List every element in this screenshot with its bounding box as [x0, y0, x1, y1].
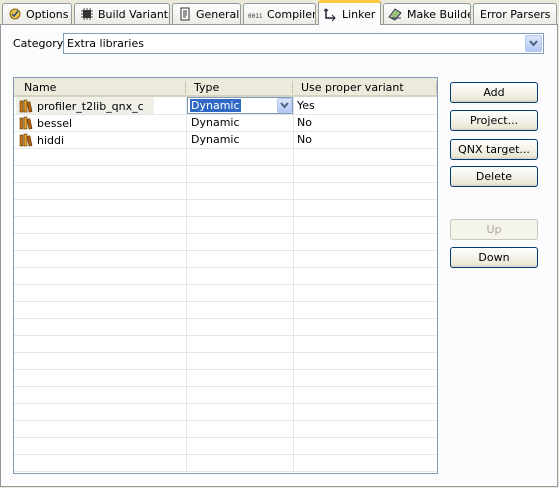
table-row[interactable]: profiler_t2lib_qnx_c Dynamic Yes — [14, 97, 437, 114]
table-row[interactable]: bessel Dynamic No — [14, 114, 437, 131]
column-header-variant[interactable]: Use proper variant — [301, 81, 404, 94]
tab-build-variants[interactable]: Build Variants — [74, 3, 170, 24]
grid-line — [14, 369, 437, 370]
type-cell: Dynamic — [191, 133, 240, 146]
make-builder-icon — [388, 7, 403, 21]
tab-linker[interactable]: Linker — [318, 0, 381, 25]
delete-button[interactable]: Delete — [450, 166, 538, 187]
library-name-cell: profiler_t2lib_qnx_c — [19, 99, 144, 113]
tab-label: Build Variants — [98, 7, 170, 21]
binary-icon: 0011 — [248, 7, 263, 21]
grid-line — [14, 148, 437, 149]
grid-line — [14, 165, 437, 166]
tab-label: General — [196, 7, 240, 21]
grid-line — [14, 386, 437, 387]
grid-line — [14, 454, 437, 455]
document-icon — [177, 7, 192, 21]
tab-options[interactable]: Options — [2, 3, 72, 24]
tab-label: Error Parsers — [480, 7, 551, 21]
variant-cell: No — [297, 133, 312, 146]
tab-general[interactable]: General — [172, 3, 241, 24]
type-selected-value: Dynamic — [190, 99, 241, 112]
tab-make-builder[interactable]: Make Builder — [383, 3, 471, 24]
tab-label: Make Builder — [407, 7, 470, 21]
grid-line — [14, 335, 437, 336]
tab-label: Linker — [342, 7, 376, 21]
library-books-icon — [19, 99, 33, 113]
grid-line — [14, 437, 437, 438]
variant-cell: Yes — [297, 99, 315, 112]
add-button[interactable]: Add — [450, 82, 538, 103]
chip-icon — [79, 7, 94, 21]
library-name-cell: hiddi — [19, 133, 64, 147]
options-icon — [7, 7, 22, 21]
grid-line — [14, 182, 437, 183]
grid-line — [186, 97, 187, 473]
column-header-name[interactable]: Name — [24, 81, 56, 94]
category-value: Extra libraries — [67, 37, 144, 50]
tab-label: Compiler — [267, 7, 316, 21]
grid-line — [14, 301, 437, 302]
category-label: Category — [13, 37, 64, 50]
tab-strip: Options Build Variants General 0011 Comp… — [0, 0, 559, 25]
grid-line — [14, 250, 437, 251]
type-dropdown[interactable]: Dynamic — [187, 97, 293, 114]
up-button[interactable]: Up — [450, 219, 538, 240]
grid-line — [14, 352, 437, 353]
libraries-table: Name Type Use proper variant profiler_t2… — [13, 77, 438, 474]
category-combobox[interactable]: Extra libraries — [63, 33, 544, 54]
grid-line — [14, 420, 437, 421]
linker-icon — [323, 7, 338, 21]
chevron-down-icon[interactable] — [277, 98, 292, 113]
column-header-type[interactable]: Type — [194, 81, 219, 94]
library-books-icon — [19, 133, 33, 147]
grid-line — [14, 318, 437, 319]
chevron-down-icon[interactable] — [525, 35, 542, 52]
svg-text:0011: 0011 — [248, 13, 263, 20]
grid-line — [14, 267, 437, 268]
table-row[interactable]: hiddi Dynamic No — [14, 131, 437, 148]
library-books-icon — [19, 116, 33, 130]
type-cell: Dynamic — [191, 116, 240, 129]
grid-line — [14, 233, 437, 234]
library-name-cell: bessel — [19, 116, 72, 130]
grid-line — [293, 97, 294, 473]
qnx-target-button[interactable]: QNX target... — [450, 139, 538, 160]
grid-line — [14, 471, 437, 472]
tab-error-parsers[interactable]: Error Parsers — [473, 3, 557, 24]
tab-label: Options — [26, 7, 69, 21]
down-button[interactable]: Down — [450, 247, 538, 268]
table-header: Name Type Use proper variant — [14, 78, 437, 97]
variant-cell: No — [297, 116, 312, 129]
grid-line — [14, 216, 437, 217]
project-button[interactable]: Project... — [450, 110, 538, 131]
tab-compiler[interactable]: 0011 Compiler — [243, 3, 316, 24]
grid-line — [14, 403, 437, 404]
grid-line — [14, 284, 437, 285]
grid-line — [14, 199, 437, 200]
